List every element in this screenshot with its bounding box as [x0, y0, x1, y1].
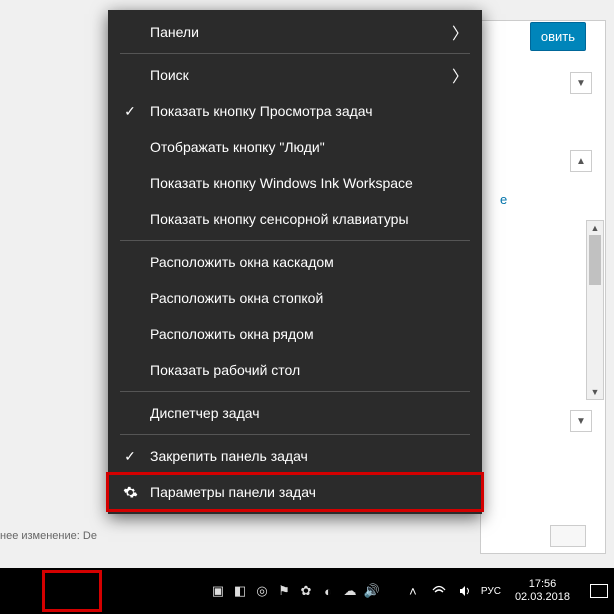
menu-item-label: Поиск	[150, 67, 189, 83]
menu-item[interactable]: Отображать кнопку "Люди"	[108, 129, 482, 165]
menu-item[interactable]: Поиск 〉	[108, 57, 482, 93]
language-indicator[interactable]: РУС	[483, 583, 499, 599]
menu-item[interactable]: Расположить окна стопкой	[108, 280, 482, 316]
scroll-up-icon[interactable]: ▲	[587, 221, 603, 235]
menu-item-label: Отображать кнопку "Люди"	[150, 139, 325, 155]
clock-time: 17:56	[515, 578, 570, 591]
tray-app-icon[interactable]: ▣	[210, 583, 226, 599]
system-tray: ˄ РУС 17:56 02.03.2018	[405, 568, 608, 614]
taskbar-clock[interactable]: 17:56 02.03.2018	[509, 578, 576, 604]
gear-icon	[122, 484, 138, 500]
annotation-start-highlight	[42, 570, 102, 612]
scroll-down-icon[interactable]: ▼	[587, 385, 603, 399]
scroll-thumb[interactable]	[589, 235, 601, 285]
chevron-right-icon: 〉	[452, 20, 468, 44]
background-save-button[interactable]: овить	[530, 22, 586, 51]
menu-item[interactable]: Показать рабочий стол	[108, 352, 482, 388]
volume-icon[interactable]	[457, 583, 473, 599]
menu-item-label: Панели	[150, 24, 199, 40]
tray-app-icon[interactable]: ✿	[298, 583, 314, 599]
tray-app-icon[interactable]: ⚑	[276, 583, 292, 599]
collapse-toggle-1[interactable]: ▼	[570, 72, 592, 94]
check-icon: ✓	[122, 448, 138, 464]
menu-item-label: Расположить окна рядом	[150, 326, 314, 342]
menu-item[interactable]: Панели 〉	[108, 14, 482, 50]
menu-item[interactable]: ✓ Показать кнопку Просмотра задач	[108, 93, 482, 129]
menu-item-label: Параметры панели задач	[150, 484, 316, 500]
menu-item-label: Показать кнопку сенсорной клавиатуры	[150, 211, 409, 227]
taskbar-context-menu: Панели 〉 Поиск 〉 ✓ Показать кнопку Просмотра …	[108, 10, 482, 514]
menu-item[interactable]: Показать кнопку сенсорной клавиатуры	[108, 201, 482, 237]
chevron-up-icon[interactable]: ˄	[405, 583, 421, 599]
tray-app-icon[interactable]: ◧	[232, 583, 248, 599]
menu-separator	[120, 391, 470, 392]
chevron-right-icon: 〉	[452, 63, 468, 87]
scrollbar[interactable]: ▲ ▼	[586, 220, 604, 400]
collapse-toggle-2[interactable]: ▲	[570, 150, 592, 172]
clock-date: 02.03.2018	[515, 591, 570, 604]
collapse-toggle-3[interactable]: ▼	[570, 410, 592, 432]
taskbar[interactable]: ▣ ◧ ◎ ⚑ ✿ ◐ ☁ 🔊 ˄ РУС 17:56 02.03.2018	[0, 568, 614, 614]
menu-item-label: Диспетчер задач	[150, 405, 260, 421]
taskbar-app-icons: ▣ ◧ ◎ ⚑ ✿ ◐ ☁ 🔊	[210, 568, 380, 614]
menu-separator	[120, 240, 470, 241]
menu-item-label: Расположить окна каскадом	[150, 254, 334, 270]
menu-item[interactable]: Параметры панели задач	[108, 474, 482, 510]
last-modified-label: нее изменение: Dе	[0, 530, 97, 542]
menu-item[interactable]: Диспетчер задач	[108, 395, 482, 431]
notifications-icon[interactable]	[590, 584, 608, 598]
menu-item-label: Показать кнопку Windows Ink Workspace	[150, 175, 413, 191]
menu-item-label: Показать рабочий стол	[150, 362, 300, 378]
menu-item[interactable]: Расположить окна рядом	[108, 316, 482, 352]
network-icon[interactable]	[431, 583, 447, 599]
tray-app-icon[interactable]: 🔊	[364, 583, 380, 599]
menu-item-label: Расположить окна стопкой	[150, 290, 323, 306]
check-icon: ✓	[122, 103, 138, 119]
menu-item[interactable]: Расположить окна каскадом	[108, 244, 482, 280]
menu-separator	[120, 434, 470, 435]
menu-item[interactable]: ✓ Закрепить панель задач	[108, 438, 482, 474]
tray-app-icon[interactable]: ☁	[342, 583, 358, 599]
menu-item[interactable]: Показать кнопку Windows Ink Workspace	[108, 165, 482, 201]
background-link[interactable]: e	[500, 192, 507, 207]
tray-app-icon[interactable]: ◎	[254, 583, 270, 599]
tray-app-icon[interactable]: ◐	[320, 583, 336, 599]
menu-separator	[120, 53, 470, 54]
menu-item-label: Показать кнопку Просмотра задач	[150, 103, 373, 119]
menu-item-label: Закрепить панель задач	[150, 448, 308, 464]
background-small-button[interactable]	[550, 525, 586, 547]
